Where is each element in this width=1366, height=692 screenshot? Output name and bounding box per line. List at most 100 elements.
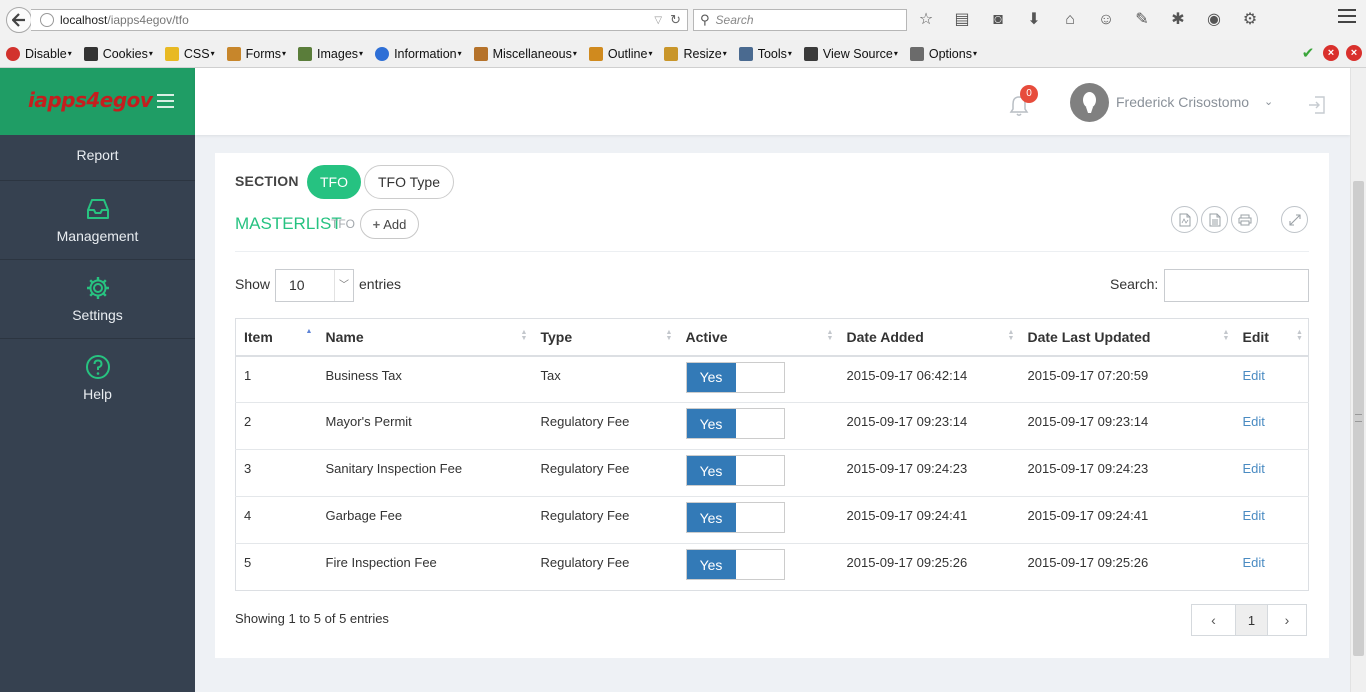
- add-button[interactable]: + Add: [360, 209, 419, 239]
- page-title: MASTERLIST: [235, 214, 342, 233]
- pocket-icon[interactable]: ◙: [986, 8, 1010, 32]
- column-header-item[interactable]: Item ▲: [235, 318, 318, 357]
- url-text[interactable]: localhost/iapps4egov/tfo: [60, 13, 654, 27]
- devbar-tools[interactable]: Tools ▾: [738, 46, 792, 61]
- edit-link[interactable]: Edit: [1243, 368, 1265, 383]
- export-pdf-button[interactable]: [1171, 206, 1198, 233]
- firebug-icon[interactable]: ✱: [1166, 8, 1190, 32]
- column-header-date-last-updated[interactable]: Date Last Updated ▲ ▼: [1019, 318, 1235, 357]
- adblock-icon[interactable]: ◉: [1202, 8, 1226, 32]
- browser-search-input[interactable]: ⚲ Search: [693, 9, 907, 31]
- devbar-images[interactable]: Images ▾: [298, 46, 363, 61]
- home-icon[interactable]: ⌂: [1058, 8, 1082, 32]
- active-toggle[interactable]: Yes: [685, 455, 785, 486]
- tab-tfo-type[interactable]: TFO Type: [364, 165, 454, 199]
- export-excel-button[interactable]: [1201, 206, 1228, 233]
- devbar-outline[interactable]: Outline ▾: [588, 46, 652, 61]
- active-toggle[interactable]: Yes: [685, 361, 785, 393]
- print-button[interactable]: [1231, 206, 1258, 233]
- sidebar-item-label: Help: [83, 386, 112, 402]
- cell-edit: Edit: [1234, 355, 1309, 403]
- url-bar[interactable]: localhost/iapps4egov/tfo ▽ ↻: [31, 9, 688, 31]
- page-1-button[interactable]: 1: [1235, 605, 1267, 635]
- devbar-view-source[interactable]: View Source ▾: [803, 46, 898, 61]
- sort-asc-icon: ▲: [305, 328, 313, 335]
- active-toggle[interactable]: Yes: [685, 549, 785, 580]
- app-logo[interactable]: iapps4egov: [28, 88, 153, 112]
- devbar-resize[interactable]: Resize ▾: [664, 46, 727, 61]
- devbar-css[interactable]: CSS ▾: [164, 46, 215, 61]
- sidebar-item-management[interactable]: Management: [0, 181, 195, 260]
- devbar-information[interactable]: Information ▾: [375, 46, 462, 61]
- devbar-forms[interactable]: Forms ▾: [226, 46, 286, 61]
- column-header-name[interactable]: Name ▲ ▼: [317, 318, 533, 357]
- search-input[interactable]: [1164, 269, 1309, 302]
- avatar[interactable]: [1070, 83, 1109, 122]
- page-scrollbar[interactable]: [1350, 68, 1366, 692]
- devbar-cookies[interactable]: Cookies ▾: [83, 46, 153, 61]
- data-table: Item ▲ Name ▲ ▼ Type ▲ ▼ Active ▲ ▼ Date Added ▲…: [235, 318, 1309, 591]
- previous-page-button[interactable]: ‹: [1192, 605, 1235, 635]
- cell-type: Regulatory Fee: [540, 555, 630, 570]
- checkmark-icon[interactable]: ✔: [1300, 45, 1316, 62]
- cell-item: 4: [235, 496, 318, 544]
- edit-link[interactable]: Edit: [1243, 414, 1265, 429]
- gear-icon: [86, 277, 109, 299]
- browser-menu-icon[interactable]: [1338, 9, 1356, 27]
- sidebar-item-help[interactable]: Help: [0, 339, 195, 418]
- reload-icon[interactable]: ↻: [670, 12, 681, 28]
- expand-icon: [1288, 213, 1301, 226]
- devbar-options[interactable]: Options ▾: [909, 46, 977, 61]
- bookmark-star-icon[interactable]: ☆: [914, 8, 938, 32]
- active-toggle[interactable]: Yes: [685, 502, 785, 533]
- devbar-disable[interactable]: Disable ▾: [6, 46, 72, 61]
- column-header-type[interactable]: Type ▲ ▼: [532, 318, 678, 357]
- notification-badge: 0: [1020, 85, 1038, 103]
- column-header-edit[interactable]: Edit ▲ ▼: [1234, 318, 1309, 357]
- cell-edit: Edit: [1234, 449, 1309, 497]
- eyedropper-icon[interactable]: ✎: [1130, 8, 1154, 32]
- cell-type: Regulatory Fee: [532, 449, 678, 497]
- search-label: Search:: [1110, 276, 1159, 292]
- miscellaneous-icon: [473, 46, 488, 61]
- devbar-miscellaneous[interactable]: Miscellaneous ▾: [473, 46, 577, 61]
- page-subtitle: TFO: [331, 217, 355, 231]
- menu-toggle-icon[interactable]: [157, 94, 174, 112]
- edit-link[interactable]: Edit: [1243, 508, 1265, 523]
- column-header-active[interactable]: Active ▲ ▼: [677, 318, 839, 357]
- active-toggle[interactable]: Yes: [685, 408, 785, 439]
- page-size-select[interactable]: 10 ﹀: [275, 269, 354, 302]
- user-name[interactable]: Frederick Crisostomo: [1116, 94, 1249, 110]
- forms-icon: [226, 46, 241, 61]
- entries-label: entries: [359, 276, 402, 292]
- sidebar-item-settings[interactable]: Settings: [0, 260, 195, 339]
- cell-name: Garbage Fee: [317, 496, 533, 544]
- edit-link[interactable]: Edit: [1243, 555, 1265, 570]
- cell-date-updated: 2015-09-17 09:24:41: [1019, 496, 1235, 544]
- table-header-row: Item ▲ Name ▲ ▼ Type ▲ ▼ Active ▲ ▼ Date Added ▲…: [235, 318, 1309, 357]
- error-icon[interactable]: ×: [1323, 45, 1339, 61]
- download-icon[interactable]: ⬇: [1022, 8, 1046, 32]
- css-icon: [164, 46, 179, 61]
- back-button[interactable]: [6, 7, 32, 33]
- sidebar-item-report[interactable]: Report: [0, 135, 195, 181]
- next-page-button[interactable]: ›: [1267, 605, 1306, 635]
- fullscreen-button[interactable]: [1281, 206, 1308, 233]
- cell-date-updated: 2015-09-17 09:25:26: [1027, 555, 1149, 570]
- url-dropdown-icon[interactable]: ▽: [654, 15, 662, 26]
- sort-icon: ▲ ▼: [826, 329, 834, 342]
- chat-icon[interactable]: ☺: [1094, 8, 1118, 32]
- view-source-icon: [803, 46, 818, 61]
- chevron-down-icon[interactable]: ⌄: [1264, 95, 1273, 108]
- sidebar: iapps4egov Report Management Settings He…: [0, 68, 195, 692]
- chevron-down-icon: ﹀: [334, 270, 353, 301]
- tab-tfo[interactable]: TFO: [307, 165, 361, 199]
- column-header-date-added[interactable]: Date Added ▲ ▼: [838, 318, 1020, 357]
- reading-list-icon[interactable]: ▤: [950, 8, 974, 32]
- table-row: 1 Business Tax Tax Yes 2015-09-17 06:42:…: [235, 355, 1309, 403]
- edit-link[interactable]: Edit: [1243, 461, 1265, 476]
- arrow-left-icon: [12, 13, 25, 27]
- logout-icon[interactable]: [1308, 95, 1326, 115]
- extension-icon[interactable]: ⚙: [1238, 8, 1262, 32]
- close-icon[interactable]: ×: [1346, 45, 1362, 61]
